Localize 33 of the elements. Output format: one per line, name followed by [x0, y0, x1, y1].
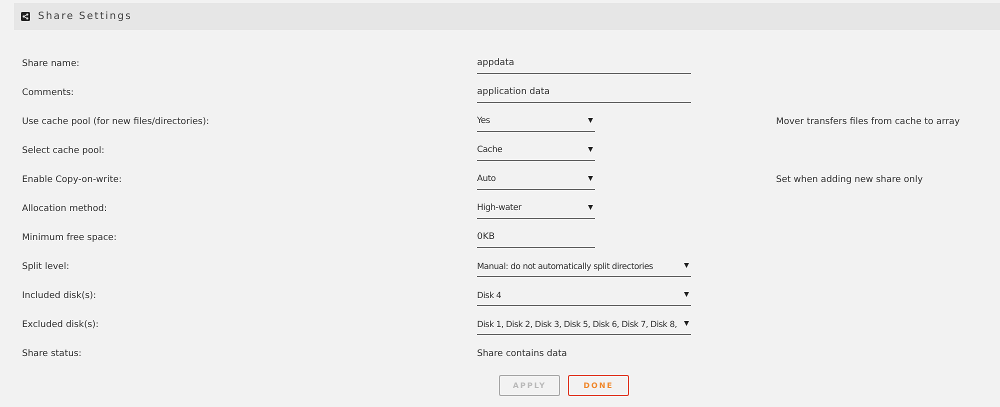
- section-title: Share Settings: [38, 11, 132, 22]
- field-label: Included disk(s):: [21, 290, 98, 300]
- field-label: Use cache pool (for new files/directories):: [21, 116, 210, 126]
- field-label: Comments:: [21, 88, 75, 98]
- field-note: Mover transfers files from cache to array: [776, 116, 960, 126]
- dropdown[interactable]: Manual: do not automatically split directories: [477, 256, 691, 276]
- caret-icon: [684, 321, 689, 326]
- field-label: Share name:: [21, 58, 80, 68]
- caret-icon: [684, 292, 689, 297]
- field-label: Enable Copy-on-write:: [21, 174, 123, 184]
- dropdown[interactable]: Auto: [477, 170, 595, 190]
- caret-icon: [684, 263, 689, 268]
- caret-icon: [588, 147, 593, 152]
- dropdown[interactable]: High-water: [477, 198, 595, 218]
- dropdown[interactable]: Disk 4: [477, 286, 691, 306]
- field-label: Split level:: [21, 262, 70, 272]
- field-label: Select cache pool:: [21, 146, 106, 156]
- field-label: Minimum free space:: [21, 232, 118, 242]
- caret-icon: [588, 205, 593, 210]
- dropdown[interactable]: Disk 1, Disk 2, Disk 3, Disk 5, Disk 6, Disk 7, Disk 8,: [477, 314, 691, 334]
- input-field[interactable]: appdata: [477, 54, 691, 74]
- field-note: Set when adding new share only: [776, 174, 923, 184]
- caret-icon: [588, 118, 593, 123]
- input-field[interactable]: application data: [477, 82, 691, 102]
- dropdown[interactable]: Cache: [477, 140, 595, 160]
- field-label: Excluded disk(s):: [21, 320, 100, 330]
- input-field[interactable]: 0KB: [477, 228, 595, 248]
- dropdown[interactable]: Yes: [477, 112, 595, 132]
- caret-icon: [588, 176, 593, 181]
- share-icon: [21, 12, 30, 21]
- field-label: Allocation method:: [21, 204, 108, 214]
- field-label: Share status:: [21, 348, 83, 358]
- status-text: Share contains data: [477, 348, 568, 358]
